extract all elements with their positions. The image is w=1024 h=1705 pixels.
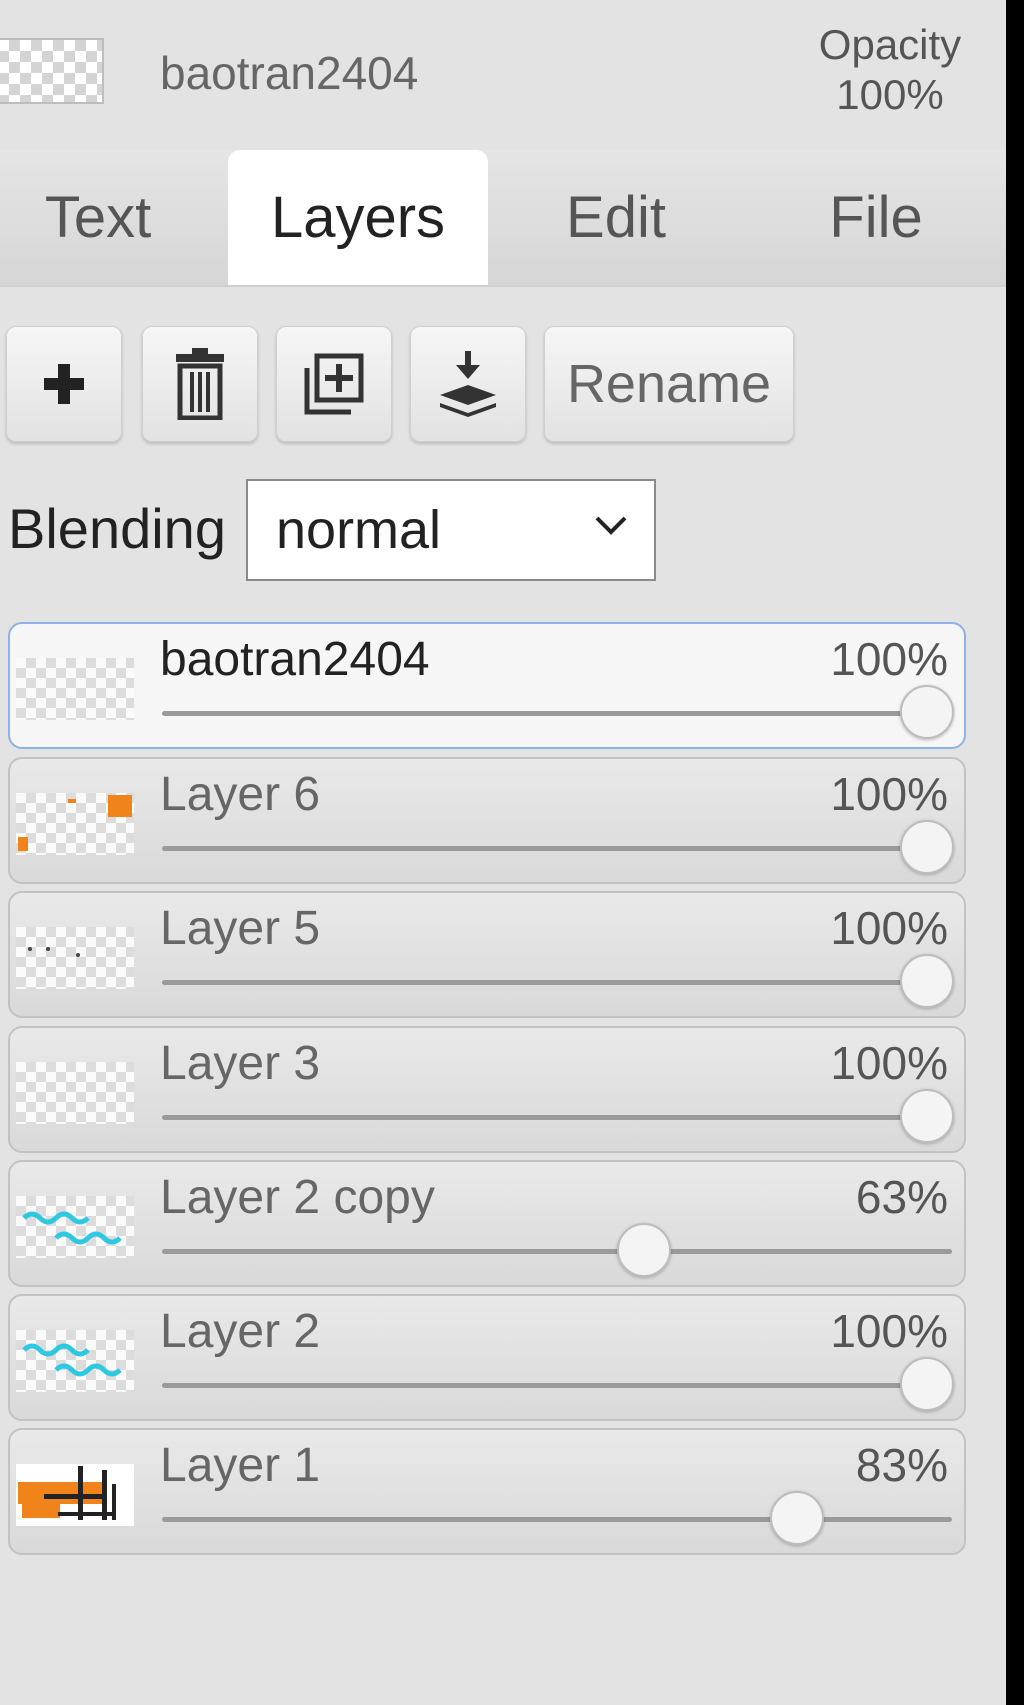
duplicate-icon [304, 353, 364, 415]
layer-row[interactable]: Layer 2 100% [8, 1294, 966, 1421]
layer-header: baotran2404 Opacity 100% [0, 0, 1006, 150]
opacity-slider-handle[interactable] [616, 1223, 671, 1277]
opacity-slider-track[interactable] [162, 980, 952, 985]
layer-thumbnail [16, 1062, 134, 1124]
layer-opacity-value: 63% [855, 1171, 948, 1223]
opacity-slider-handle[interactable] [900, 954, 954, 1008]
layer-row[interactable]: Layer 2 copy 63% [8, 1160, 966, 1287]
blending-label: Blending [8, 497, 226, 560]
layer-thumbnail [16, 658, 134, 720]
opacity-slider-track[interactable] [162, 1249, 952, 1254]
layer-name: Layer 3 [160, 1037, 321, 1090]
opacity-label: Opacity [818, 21, 962, 68]
opacity-display: Opacity 100% [800, 20, 980, 120]
opacity-slider-track[interactable] [162, 1115, 952, 1120]
trash-icon [176, 348, 224, 420]
tab-text[interactable]: Text [0, 150, 196, 285]
tab-layers[interactable]: Layers [228, 150, 488, 285]
layer-name: baotran2404 [160, 633, 430, 686]
layer-name: Layer 2 copy [160, 1171, 435, 1224]
opacity-slider-handle[interactable] [900, 820, 954, 874]
opacity-slider-handle[interactable] [900, 1089, 954, 1143]
current-layer-name: baotran2404 [160, 47, 419, 99]
layer-opacity-value: 100% [830, 1305, 948, 1357]
layer-name: Layer 5 [160, 902, 321, 955]
delete-layer-button[interactable] [142, 326, 258, 442]
layer-name: Layer 2 [160, 1305, 321, 1358]
layer-thumbnail [16, 927, 134, 989]
opacity-slider-track[interactable] [162, 846, 952, 851]
opacity-slider-track[interactable] [162, 711, 952, 716]
layer-row[interactable]: baotran2404 100% [8, 622, 966, 749]
screen-edge [1006, 0, 1024, 1705]
layer-opacity-value: 100% [830, 633, 948, 685]
add-layer-button[interactable] [6, 326, 122, 442]
layer-name: Layer 1 [160, 1439, 321, 1492]
current-layer-thumbnail [0, 38, 104, 104]
chevron-down-icon [595, 516, 627, 535]
layer-opacity-value: 100% [830, 1037, 948, 1089]
tab-file[interactable]: File [756, 150, 996, 285]
duplicate-layer-button[interactable] [276, 326, 392, 442]
plus-icon [44, 364, 84, 404]
tab-edit[interactable]: Edit [500, 150, 732, 285]
merge-down-icon [440, 351, 496, 417]
opacity-slider-track[interactable] [162, 1383, 952, 1388]
rename-layer-button[interactable]: Rename [544, 326, 794, 442]
blending-select[interactable]: normal [246, 479, 656, 581]
merge-down-button[interactable] [410, 326, 526, 442]
opacity-slider-track[interactable] [162, 1517, 952, 1522]
layer-opacity-value: 100% [830, 902, 948, 954]
opacity-slider-handle[interactable] [900, 685, 954, 739]
opacity-value: 100% [836, 71, 944, 118]
layer-opacity-value: 83% [855, 1439, 948, 1491]
layer-thumbnail [16, 1196, 134, 1258]
layer-thumbnail [16, 1330, 134, 1392]
opacity-slider-handle[interactable] [900, 1357, 954, 1411]
blending-value: normal [276, 500, 442, 560]
layer-row[interactable]: Layer 3 100% [8, 1026, 966, 1153]
opacity-slider-handle[interactable] [769, 1491, 824, 1545]
layer-row[interactable]: Layer 5 100% [8, 891, 966, 1018]
layer-row[interactable]: Layer 1 83% [8, 1428, 966, 1555]
layer-thumbnail [16, 793, 134, 855]
layer-thumbnail [16, 1464, 134, 1526]
layer-opacity-value: 100% [830, 768, 948, 820]
layer-name: Layer 6 [160, 768, 321, 821]
layer-row[interactable]: Layer 6 100% [8, 757, 966, 884]
tab-bar: Text Layers Edit File [0, 150, 1006, 287]
